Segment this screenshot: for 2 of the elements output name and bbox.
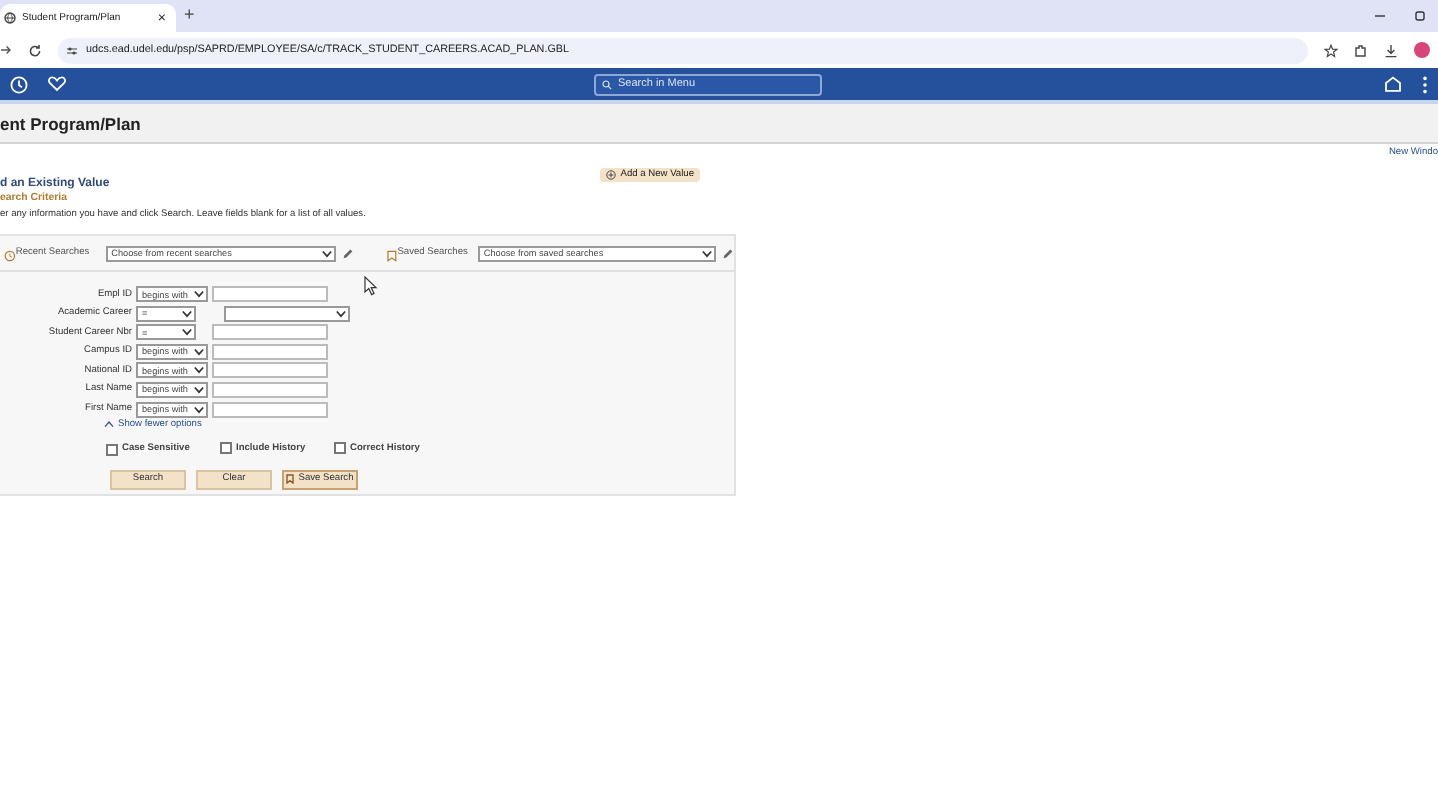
new-tab-button[interactable]: + (184, 4, 195, 28)
page-title: ent Program/Plan (0, 113, 141, 133)
